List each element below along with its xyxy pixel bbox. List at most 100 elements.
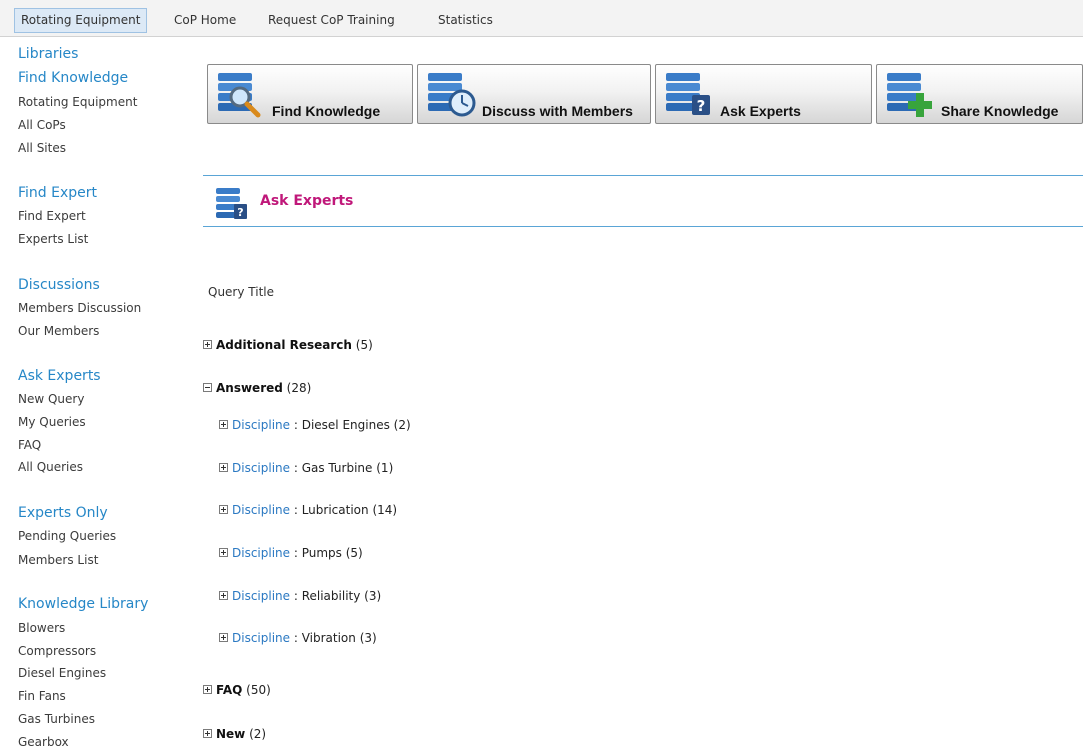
subgroup-row-pumps[interactable]: Discipline : Pumps (5) [219, 546, 363, 560]
subgroup-count: (1) [376, 461, 394, 475]
sidebar-item-pending-queries[interactable]: Pending Queries [18, 529, 116, 543]
subgroup-count: (14) [372, 503, 398, 517]
subgroup-row-vibration[interactable]: Discipline : Vibration (3) [219, 631, 377, 645]
separator: : [290, 589, 302, 603]
column-header-query-title[interactable]: Query Title [208, 285, 274, 299]
subgroup-count: (2) [393, 418, 411, 432]
group-row-answered[interactable]: Answered (28) [203, 381, 311, 395]
section-divider-bottom [203, 226, 1083, 227]
find-knowledge-icon [218, 73, 261, 118]
expand-icon[interactable] [203, 729, 212, 738]
subgroup-value: Vibration [301, 631, 356, 645]
subgroup-value: Gas Turbine [301, 461, 373, 475]
section-title: Ask Experts [260, 193, 354, 209]
subgroup-row-lubrication[interactable]: Discipline : Lubrication (14) [219, 503, 397, 517]
discipline-link[interactable]: Discipline [232, 546, 290, 560]
sidebar-item-blowers[interactable]: Blowers [18, 621, 65, 635]
sidebar-libraries[interactable]: Libraries [18, 46, 78, 62]
group-name: Answered [216, 381, 283, 395]
sidebar-item-experts-list[interactable]: Experts List [18, 232, 88, 246]
sidebar-item-new-query[interactable]: New Query [18, 392, 84, 406]
ask-experts-label: Ask Experts [720, 103, 801, 119]
find-knowledge-label: Find Knowledge [272, 103, 381, 119]
sidebar-heading-ask-experts[interactable]: Ask Experts [18, 368, 101, 384]
separator: : [290, 546, 302, 560]
section-divider-top [203, 175, 1083, 176]
discipline-link[interactable]: Discipline [232, 503, 290, 517]
share-knowledge-label: Share Knowledge [941, 103, 1059, 119]
collapse-icon[interactable] [203, 383, 212, 392]
sidebar-item-our-members[interactable]: Our Members [18, 324, 99, 338]
discuss-with-members-button[interactable]: Discuss with Members [417, 64, 651, 124]
group-row-faq[interactable]: FAQ (50) [203, 683, 271, 697]
sidebar-item-my-queries[interactable]: My Queries [18, 415, 86, 429]
sidebar-item-gearbox[interactable]: Gearbox [18, 735, 69, 747]
expand-icon[interactable] [219, 633, 228, 642]
separator: : [290, 503, 302, 517]
ask-experts-icon: ? [666, 73, 710, 115]
sidebar-heading-knowledge-library[interactable]: Knowledge Library [18, 596, 148, 612]
subgroup-value: Reliability [301, 589, 361, 603]
share-knowledge-icon [887, 73, 932, 117]
tab-statistics[interactable]: Statistics [432, 9, 499, 31]
expand-icon[interactable] [219, 505, 228, 514]
expand-icon[interactable] [203, 685, 212, 694]
sidebar-heading-find-expert[interactable]: Find Expert [18, 185, 97, 201]
subgroup-count: (5) [345, 546, 363, 560]
sidebar-item-gas-turbines[interactable]: Gas Turbines [18, 712, 95, 726]
sidebar-item-fin-fans[interactable]: Fin Fans [18, 689, 66, 703]
separator: : [290, 461, 302, 475]
expand-icon[interactable] [219, 548, 228, 557]
sidebar-item-diesel-engines[interactable]: Diesel Engines [18, 666, 106, 680]
subgroup-count: (3) [364, 589, 382, 603]
group-row-additional-research[interactable]: Additional Research (5) [203, 338, 373, 352]
sidebar-item-members-list[interactable]: Members List [18, 553, 98, 567]
sidebar-item-rotating-equipment[interactable]: Rotating Equipment [18, 95, 137, 109]
sidebar-item-find-expert[interactable]: Find Expert [18, 209, 86, 223]
tab-request-cop-training[interactable]: Request CoP Training [262, 9, 401, 31]
discipline-link[interactable]: Discipline [232, 461, 290, 475]
ask-experts-button[interactable]: ? Ask Experts [655, 64, 872, 124]
group-count: (5) [355, 338, 373, 352]
ask-experts-section-icon: ? [216, 188, 247, 219]
subgroup-row-gas-turbine[interactable]: Discipline : Gas Turbine (1) [219, 461, 393, 475]
top-navigation: Rotating Equipment CoP Home Request CoP … [0, 0, 1083, 37]
expand-icon[interactable] [203, 340, 212, 349]
separator: : [290, 631, 302, 645]
discipline-link[interactable]: Discipline [232, 589, 290, 603]
quick-launch: Libraries Find Knowledge Rotating Equipm… [0, 38, 183, 747]
sidebar-item-all-cops[interactable]: All CoPs [18, 118, 66, 132]
discipline-link[interactable]: Discipline [232, 418, 290, 432]
sidebar-heading-find-knowledge[interactable]: Find Knowledge [18, 70, 128, 86]
group-row-new[interactable]: New (2) [203, 727, 266, 741]
svg-text:?: ? [697, 97, 706, 115]
group-count: (28) [286, 381, 312, 395]
separator: : [290, 418, 302, 432]
svg-text:?: ? [237, 206, 243, 219]
sidebar-item-all-sites[interactable]: All Sites [18, 141, 66, 155]
subgroup-value: Pumps [301, 546, 342, 560]
subgroup-value: Diesel Engines [301, 418, 390, 432]
find-knowledge-button[interactable]: Find Knowledge [207, 64, 413, 124]
expand-icon[interactable] [219, 591, 228, 600]
subgroup-count: (3) [359, 631, 377, 645]
sidebar-item-members-discussion[interactable]: Members Discussion [18, 301, 141, 315]
sidebar-heading-experts-only[interactable]: Experts Only [18, 505, 108, 521]
group-name: FAQ [216, 683, 243, 697]
subgroup-row-diesel-engines[interactable]: Discipline : Diesel Engines (2) [219, 418, 411, 432]
tab-cop-home[interactable]: CoP Home [168, 9, 242, 31]
expand-icon[interactable] [219, 463, 228, 472]
group-count: (2) [249, 727, 267, 741]
group-name: Additional Research [216, 338, 352, 352]
sidebar-item-all-queries[interactable]: All Queries [18, 460, 83, 474]
expand-icon[interactable] [219, 420, 228, 429]
discuss-members-icon [428, 73, 476, 117]
subgroup-row-reliability[interactable]: Discipline : Reliability (3) [219, 589, 381, 603]
sidebar-item-faq[interactable]: FAQ [18, 438, 41, 452]
tab-rotating-equipment[interactable]: Rotating Equipment [14, 8, 148, 33]
sidebar-item-compressors[interactable]: Compressors [18, 644, 96, 658]
share-knowledge-button[interactable]: Share Knowledge [876, 64, 1083, 124]
sidebar-heading-discussions[interactable]: Discussions [18, 277, 100, 293]
group-count: (50) [246, 683, 271, 697]
discipline-link[interactable]: Discipline [232, 631, 290, 645]
